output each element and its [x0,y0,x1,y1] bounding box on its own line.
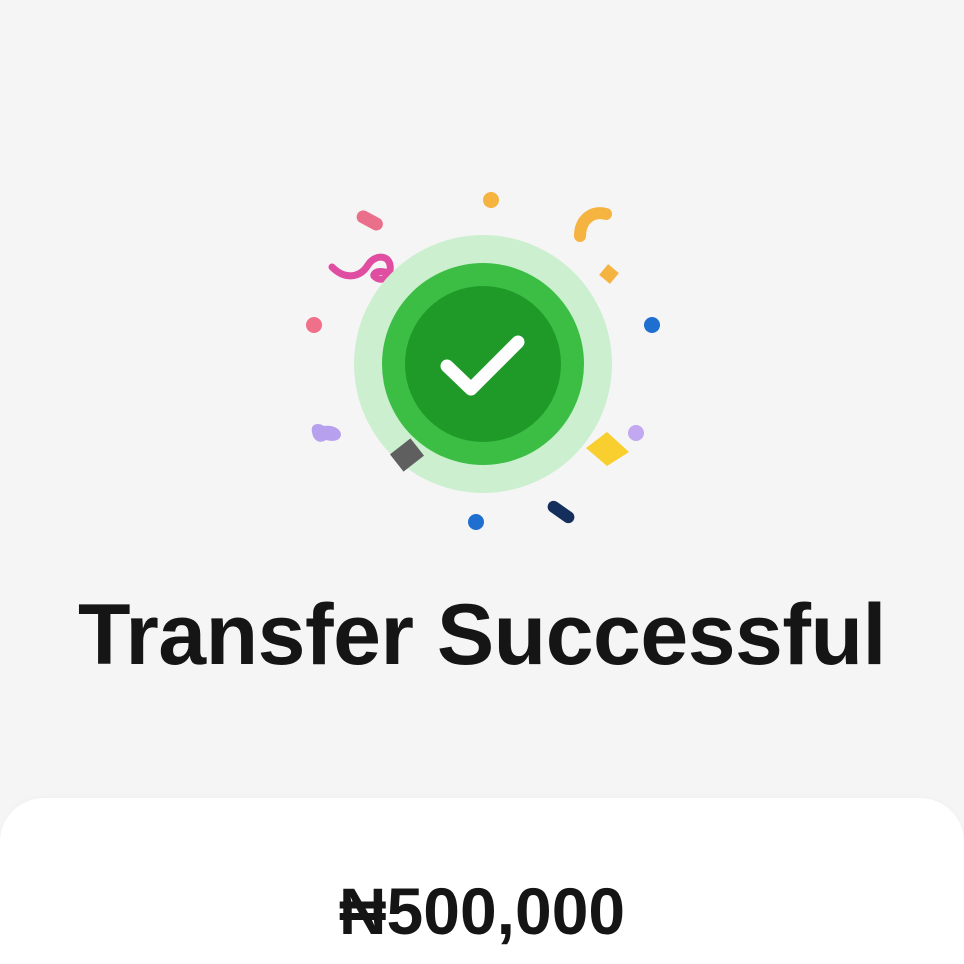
transfer-success-screen: Transfer Successful ₦500,000 [0,0,964,964]
amount-value: 500,000 [386,874,626,948]
success-illustration [306,192,660,530]
transfer-amount: ₦500,000 [0,878,964,944]
check-circle-icon [354,235,612,493]
currency-symbol: ₦ [338,874,387,948]
page-title: Transfer Successful [78,587,886,683]
